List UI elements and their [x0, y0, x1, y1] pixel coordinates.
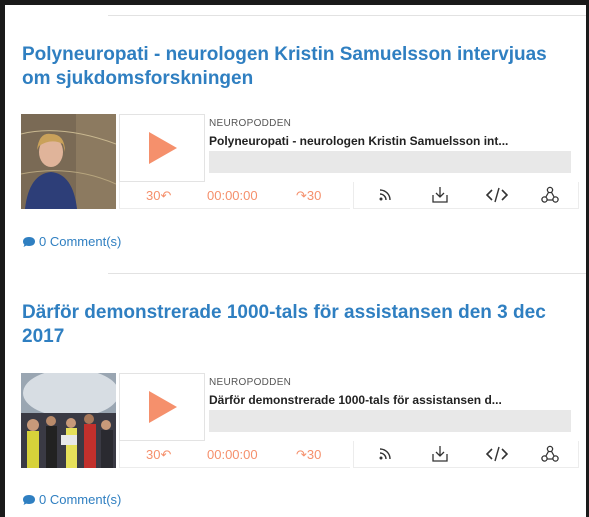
- podcast-name: NEUROPODDEN: [209, 377, 292, 388]
- play-icon: [149, 132, 177, 164]
- podcast-player: NEUROPODDEN Därför demonstrerade 1000-ta…: [21, 373, 579, 469]
- download-icon[interactable]: [431, 186, 453, 204]
- code-icon[interactable]: [486, 186, 508, 204]
- download-icon[interactable]: [431, 445, 453, 463]
- episode-title: Därför demonstrerade 1000-tals för assis…: [209, 393, 502, 407]
- post-divider: [108, 273, 586, 274]
- episode-title: Polyneuropati - neurologen Kristin Samue…: [209, 134, 509, 148]
- post-list: Polyneuropati - neurologen Kristin Samue…: [5, 5, 586, 517]
- post-title[interactable]: Därför demonstrerade 1000-tals för assis…: [22, 301, 567, 349]
- post-title[interactable]: Polyneuropati - neurologen Kristin Samue…: [22, 43, 567, 91]
- share-icon[interactable]: [541, 186, 563, 204]
- play-button[interactable]: [119, 114, 205, 182]
- rss-icon[interactable]: [376, 186, 398, 204]
- skip-back-button[interactable]: 30↶: [146, 188, 171, 204]
- skip-forward-button[interactable]: ↷30: [296, 188, 321, 204]
- player-actions: [353, 182, 579, 209]
- time-display: 00:00:00: [207, 447, 258, 462]
- skip-forward-button[interactable]: ↷30: [296, 447, 321, 463]
- comment-bubble-icon: [23, 495, 35, 505]
- podcast-name: NEUROPODDEN: [209, 118, 292, 129]
- player-actions: [353, 441, 579, 468]
- comments-link[interactable]: 0 Comment(s): [22, 234, 121, 249]
- rss-icon[interactable]: [376, 445, 398, 463]
- time-display: 00:00:00: [207, 188, 258, 203]
- skip-back-button[interactable]: 30↶: [146, 447, 171, 463]
- podcast-player: NEUROPODDEN Polyneuropati - neurologen K…: [21, 114, 579, 210]
- comment-bubble-icon: [23, 237, 35, 247]
- play-button[interactable]: [119, 373, 205, 441]
- play-icon: [149, 391, 177, 423]
- progress-bar[interactable]: [209, 410, 571, 432]
- comments-count: 0 Comment(s): [39, 492, 122, 507]
- episode-thumbnail: [21, 373, 116, 468]
- episode-thumbnail: [21, 114, 116, 209]
- progress-bar[interactable]: [209, 151, 571, 173]
- playback-controls: 30↶ 00:00:00 ↷30: [119, 441, 350, 468]
- playback-controls: 30↶ 00:00:00 ↷30: [119, 182, 350, 209]
- share-icon[interactable]: [541, 445, 563, 463]
- comments-link[interactable]: 0 Comment(s): [22, 492, 121, 507]
- code-icon[interactable]: [486, 445, 508, 463]
- post-divider: [108, 15, 586, 16]
- comments-count: 0 Comment(s): [39, 234, 122, 249]
